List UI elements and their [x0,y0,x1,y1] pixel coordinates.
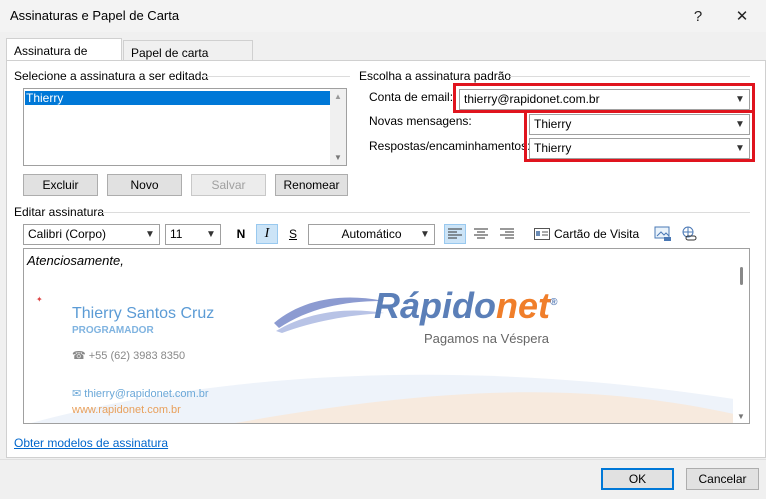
divider [510,76,750,77]
insert-picture-button[interactable] [652,224,674,244]
underline-button[interactable]: S [282,224,304,244]
default-signature-label: Escolha a assinatura padrão [359,69,512,83]
business-card-label: Cartão de Visita [554,227,640,241]
scroll-down-icon[interactable]: ▼ [737,412,745,421]
insert-link-button[interactable] [678,224,700,244]
logo-tagline: Pagamos na Véspera [424,331,550,346]
business-card-button[interactable]: Cartão de Visita [534,224,644,244]
signature-website: www.rapidonet.com.br [72,404,181,416]
scroll-down-icon[interactable]: ▼ [334,153,342,162]
logo-swoosh-icon [274,297,384,333]
chevron-down-icon[interactable]: ▼ [202,225,220,244]
help-button[interactable]: ? [676,2,720,30]
window-title: Assinaturas e Papel de Carta [10,8,180,23]
signature-role: PROGRAMADOR [72,325,154,336]
align-center-button[interactable] [470,224,492,244]
chevron-down-icon[interactable]: ▼ [416,225,434,244]
divider [102,212,750,213]
save-button[interactable]: Salvar [191,174,266,196]
picture-icon [654,226,671,241]
close-button[interactable]: ✕ [720,2,764,30]
signature-editor[interactable]: Atenciosamente, ✦ Thierry Santos Cruz PR… [23,248,750,424]
ok-button[interactable]: OK [601,468,674,490]
align-center-icon [474,228,488,239]
color-value: Automático [341,227,402,241]
account-label: Conta de email: [369,90,454,104]
font-size-select[interactable]: 11 ▼ [165,224,221,245]
align-left-button[interactable] [444,224,466,244]
select-signature-label: Selecione a assinatura a ser editada [14,69,209,83]
new-messages-label: Novas mensagens: [369,114,472,128]
signature-list[interactable]: Thierry ▲ ▼ [23,88,347,166]
title-bar: Assinaturas e Papel de Carta ? ✕ [0,0,766,32]
editor-scrollbar[interactable]: ▼ [733,249,749,423]
italic-button[interactable]: I [256,224,278,244]
hyperlink-icon [682,226,697,241]
font-value: Calibri (Corpo) [28,227,107,241]
color-select[interactable]: Automático ▼ [308,224,435,245]
delete-button[interactable]: Excluir [23,174,98,196]
highlight-frame [453,83,755,113]
list-scrollbar[interactable]: ▲ ▼ [330,89,346,165]
align-left-icon [448,228,462,239]
company-logo: Rápidonet® Pagamos na Véspera [274,285,564,365]
logo-wordmark: Rápidonet® [374,285,558,326]
align-right-icon [500,228,514,239]
tab-email-signature[interactable]: Assinatura de Email [6,38,122,72]
cancel-button[interactable]: Cancelar [686,468,759,490]
signature-phone: ☎ +55 (62) 3983 8350 [72,350,186,362]
new-button[interactable]: Novo [107,174,182,196]
get-signature-templates-link[interactable]: Obter modelos de assinatura [14,436,168,450]
font-size-value: 11 [170,227,183,241]
font-select[interactable]: Calibri (Corpo) ▼ [23,224,160,245]
business-card-icon [534,228,550,240]
signature-email: ✉ thierry@rapidonet.com.br [72,388,209,400]
bold-button[interactable]: N [230,224,252,244]
list-item[interactable]: Thierry [25,91,331,105]
chevron-down-icon[interactable]: ▼ [141,225,159,244]
rename-button[interactable]: Renomear [275,174,348,196]
signature-greeting: Atenciosamente, [27,253,124,268]
broken-image-icon: ✦ [36,295,43,304]
scroll-thumb[interactable] [740,267,743,285]
tab-personal-stationery[interactable]: Papel de carta pessoal [123,40,253,74]
signature-name: Thierry Santos Cruz [72,305,215,322]
highlight-frame [524,110,755,162]
edit-signature-label: Editar assinatura [14,205,105,219]
divider [202,76,350,77]
scroll-up-icon[interactable]: ▲ [334,92,342,101]
replies-label: Respostas/encaminhamentos: [369,139,531,153]
divider [0,459,766,460]
align-right-button[interactable] [496,224,518,244]
